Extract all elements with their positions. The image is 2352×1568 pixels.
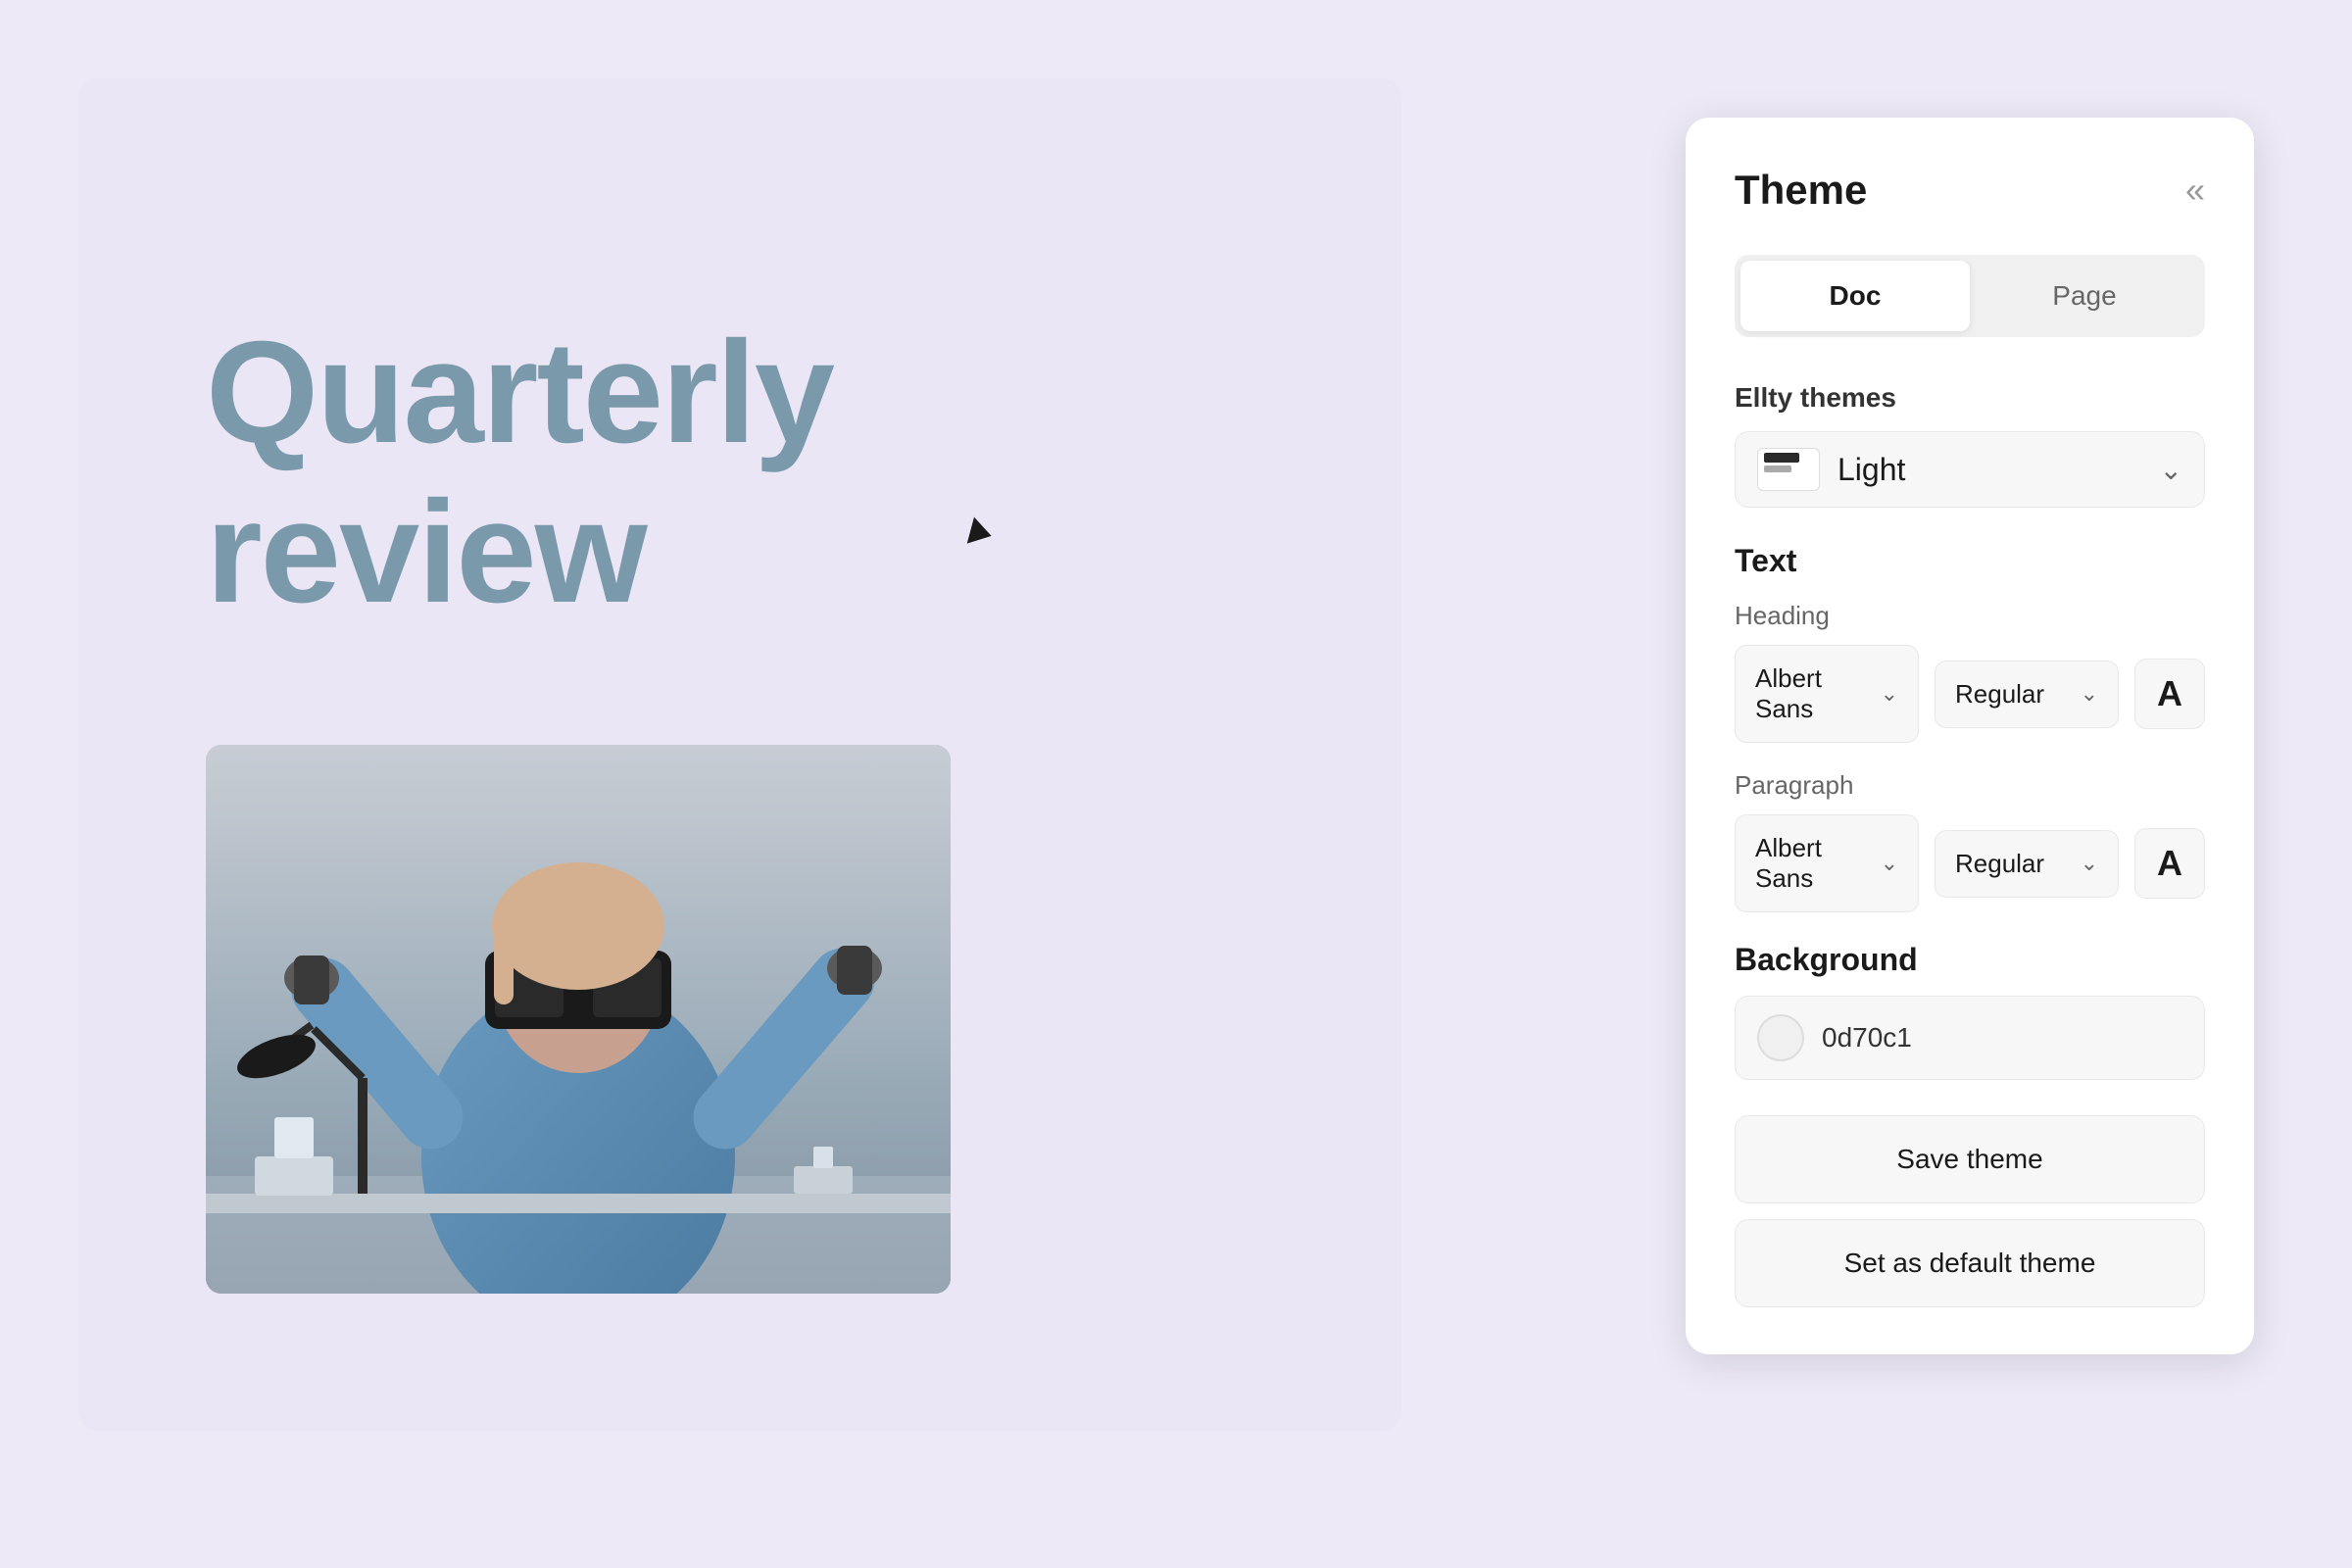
doc-page-toggle: Doc Page xyxy=(1735,255,2205,337)
collapse-button[interactable]: « xyxy=(2185,172,2205,208)
paragraph-font-chevron-icon: ⌄ xyxy=(1881,851,1898,876)
heading-font-dropdown[interactable]: Albert Sans ⌄ xyxy=(1735,645,1919,743)
document-image xyxy=(206,745,951,1294)
save-theme-button[interactable]: Save theme xyxy=(1735,1115,2205,1203)
heading-font-row: Albert Sans ⌄ Regular ⌄ A xyxy=(1735,645,2205,743)
paragraph-color-button[interactable]: A xyxy=(2134,828,2205,899)
theme-panel-header: Theme « xyxy=(1735,167,2205,214)
bg-color-swatch xyxy=(1757,1014,1804,1061)
document-heading: Quarterly review xyxy=(206,314,833,633)
paragraph-font-row: Albert Sans ⌄ Regular ⌄ A xyxy=(1735,814,2205,912)
selected-theme-label: Light xyxy=(1838,452,1905,488)
ellty-themes-label: Ellty themes xyxy=(1735,382,2205,414)
tab-doc[interactable]: Doc xyxy=(1740,261,1970,331)
background-label: Background xyxy=(1735,942,2205,978)
theme-preview-icon xyxy=(1757,448,1820,491)
ellty-themes-section: Ellty themes Light ⌄ xyxy=(1735,382,2205,508)
tab-page[interactable]: Page xyxy=(1970,261,2199,331)
background-section: Background 0d70c1 xyxy=(1735,942,2205,1080)
heading-color-button[interactable]: A xyxy=(2134,659,2205,729)
chevron-down-icon: ⌄ xyxy=(2160,454,2182,486)
heading-font-chevron-icon: ⌄ xyxy=(1881,681,1898,707)
bg-color-input-row[interactable]: 0d70c1 xyxy=(1735,996,2205,1080)
text-section-title: Text xyxy=(1735,543,2205,579)
text-section: Text Heading Albert Sans ⌄ Regular ⌄ A P… xyxy=(1735,543,2205,912)
preview-card: Quarterly review xyxy=(78,78,1401,1431)
paragraph-weight-dropdown[interactable]: Regular ⌄ xyxy=(1935,830,2119,898)
theme-dropdown-left: Light xyxy=(1757,448,1905,491)
app-container: Quarterly review xyxy=(0,0,2352,1568)
theme-panel: Theme « Doc Page Ellty themes Light ⌄ xyxy=(1686,118,2254,1354)
vr-image-svg xyxy=(206,745,951,1294)
preview-body-bar xyxy=(1764,466,1791,472)
heading-weight-dropdown[interactable]: Regular ⌄ xyxy=(1935,661,2119,728)
heading-label: Heading xyxy=(1735,601,2205,631)
preview-header-bar xyxy=(1764,453,1799,463)
paragraph-label: Paragraph xyxy=(1735,770,2205,801)
paragraph-font-dropdown[interactable]: Albert Sans ⌄ xyxy=(1735,814,1919,912)
panel-title: Theme xyxy=(1735,167,1867,214)
set-default-theme-button[interactable]: Set as default theme xyxy=(1735,1219,2205,1307)
theme-dropdown[interactable]: Light ⌄ xyxy=(1735,431,2205,508)
paragraph-weight-chevron-icon: ⌄ xyxy=(2081,851,2098,876)
heading-weight-chevron-icon: ⌄ xyxy=(2081,681,2098,707)
image-inner xyxy=(206,745,951,1294)
bg-color-value: 0d70c1 xyxy=(1822,1022,1912,1054)
